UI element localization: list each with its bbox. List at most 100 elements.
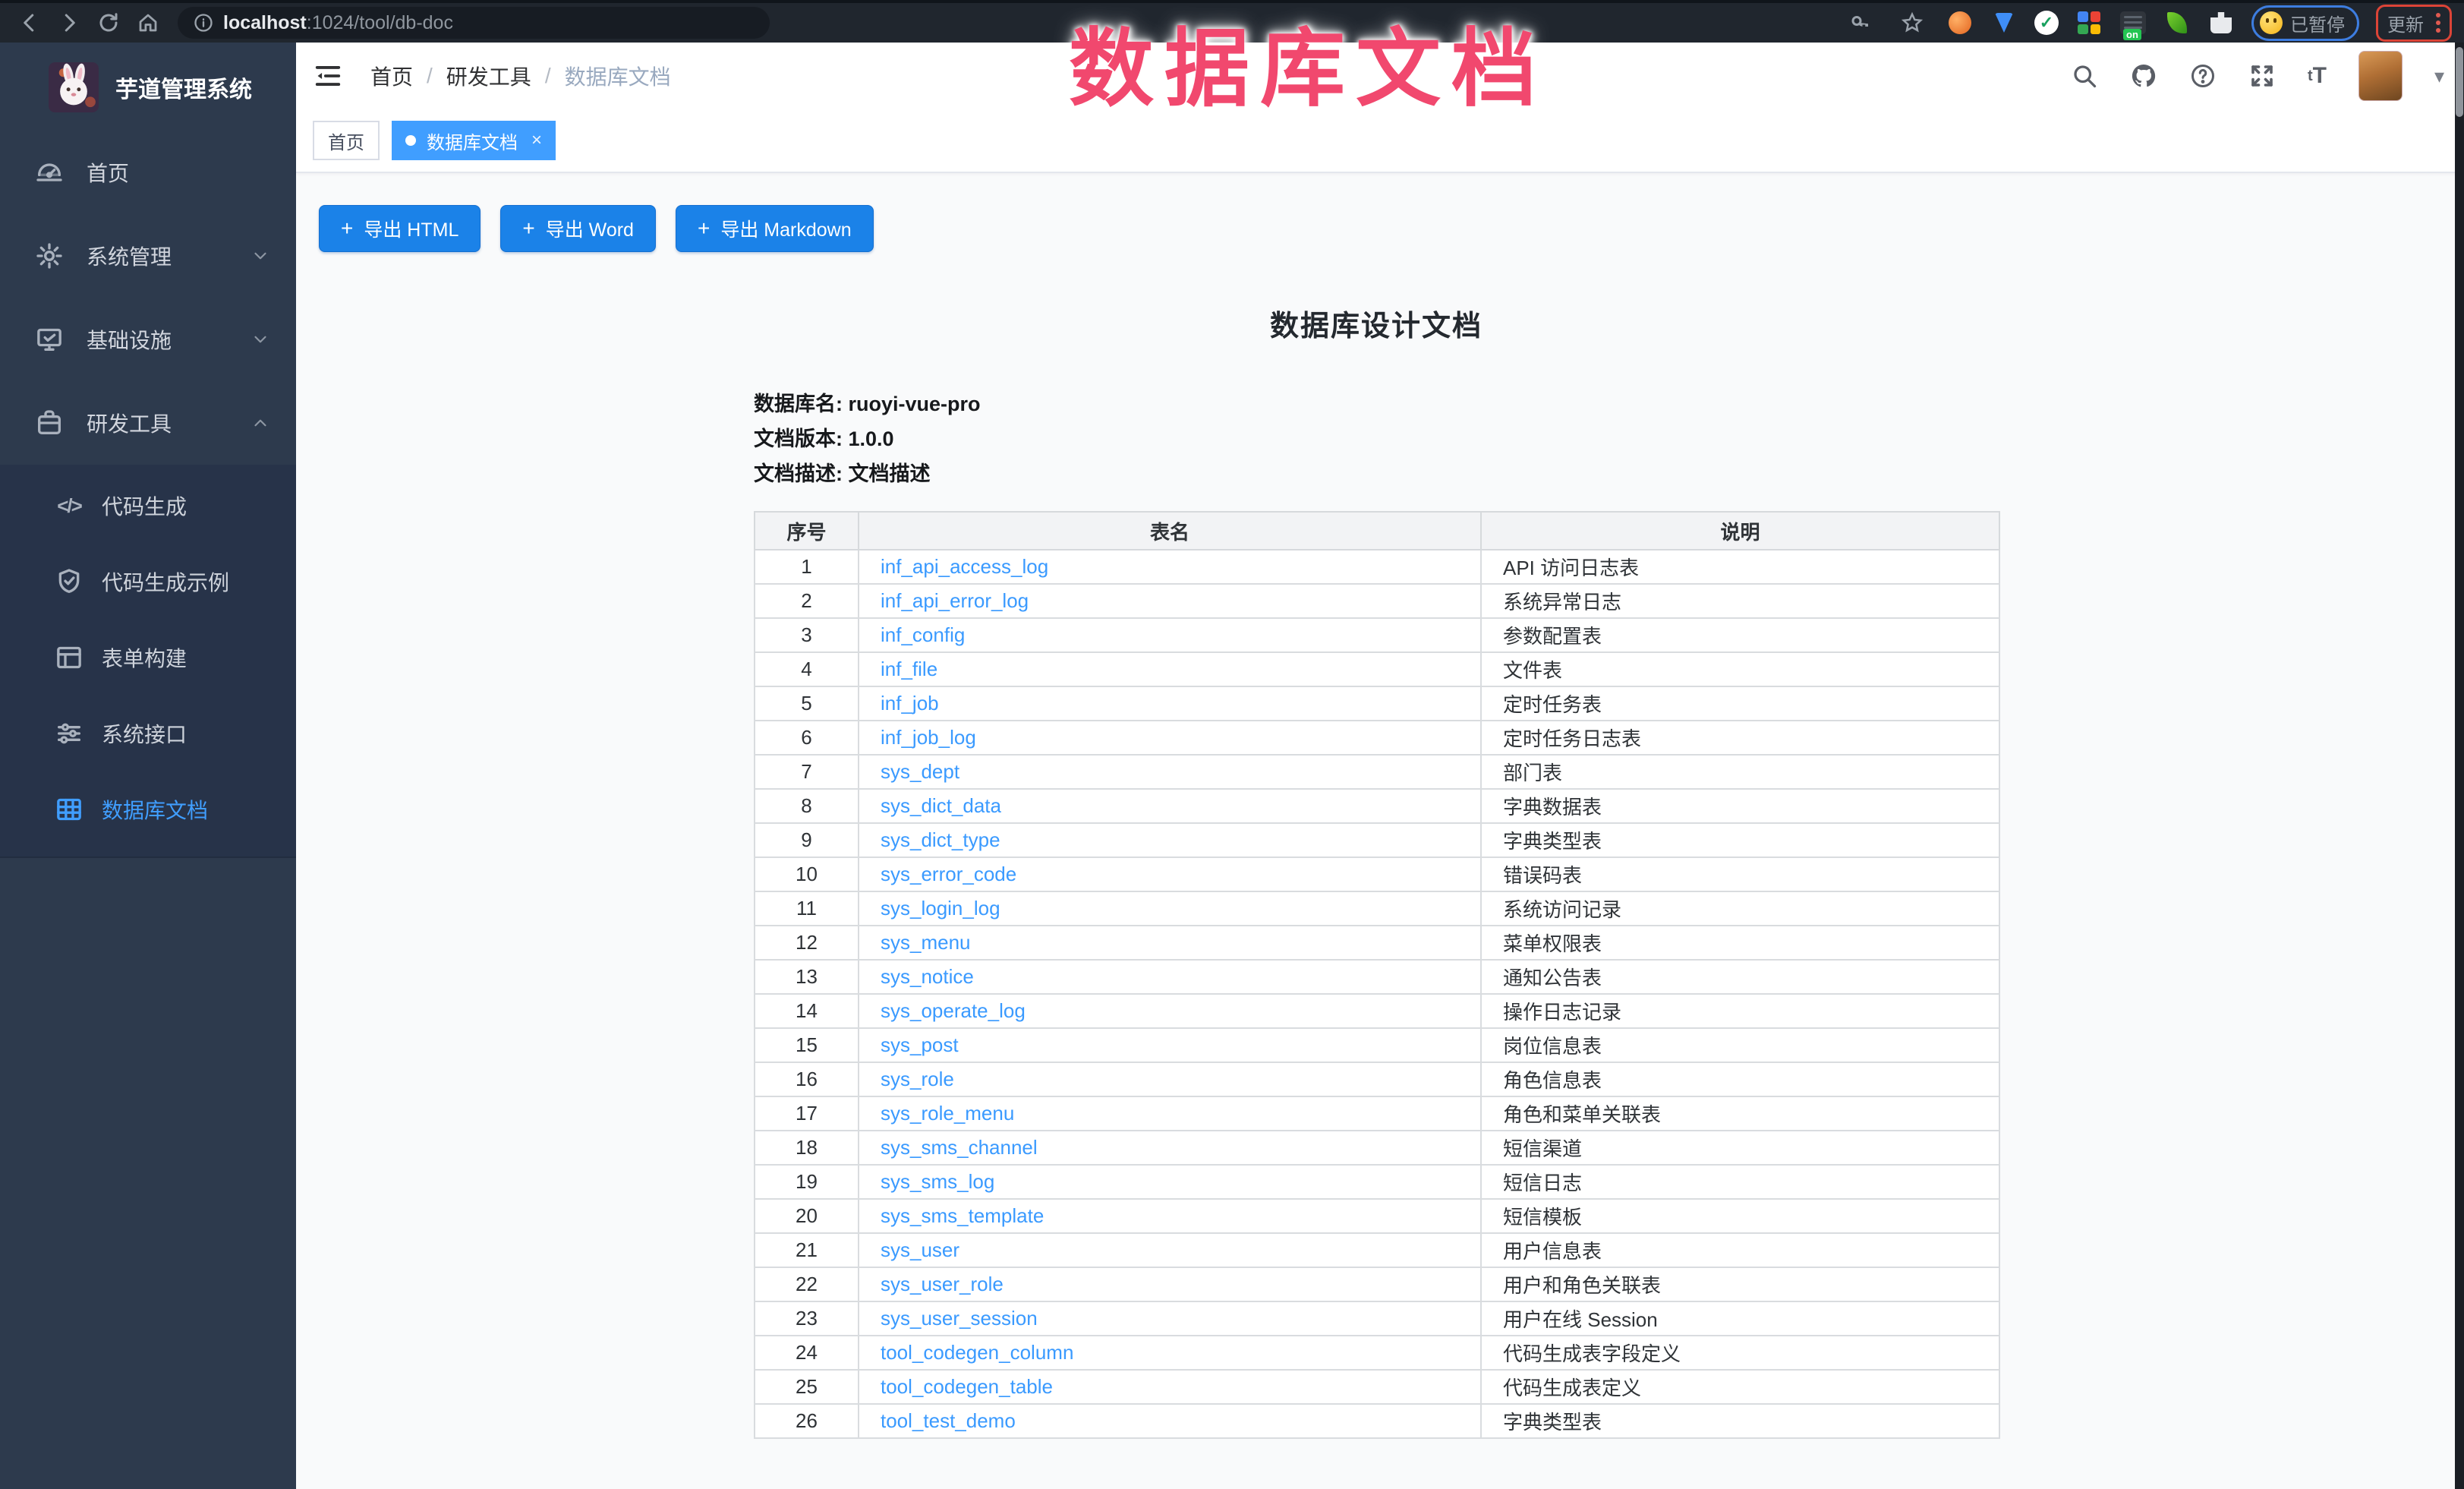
url-host: localhost — [223, 12, 307, 33]
sidebar-subitem-表单构建[interactable]: 表单构建 — [0, 620, 296, 696]
table-name-link[interactable]: inf_api_access_log — [881, 555, 1048, 578]
browser-update-button[interactable]: 更新 — [2376, 5, 2452, 42]
address-bar[interactable]: localhost:1024/tool/db-doc — [178, 7, 770, 39]
cell-table-name: sys_login_log — [859, 891, 1481, 926]
table-name-link[interactable]: sys_user_session — [881, 1307, 1038, 1330]
table-name-link[interactable]: sys_dict_data — [881, 794, 1001, 817]
sidebar-item-基础设施[interactable]: 基础设施 — [0, 298, 296, 381]
table-name-link[interactable]: tool_test_demo — [881, 1409, 1016, 1432]
profile-paused-badge[interactable]: 已暂停 — [2251, 5, 2359, 41]
cell-table-name: inf_api_access_log — [859, 550, 1481, 584]
table-name-link[interactable]: sys_role — [881, 1068, 954, 1090]
export-button-导出-HTML[interactable]: +导出 HTML — [319, 205, 481, 252]
extension-stack-on-icon[interactable]: on — [2119, 9, 2147, 36]
cell-table-name: sys_role — [859, 1062, 1481, 1096]
tag-label: 数据库文档 — [427, 128, 518, 154]
cell-table-name: sys_user_role — [859, 1267, 1481, 1301]
sidebar-subitem-代码生成[interactable]: </>代码生成 — [0, 468, 296, 544]
extension-orange-icon[interactable] — [1946, 9, 1974, 36]
table-row: 1inf_api_access_logAPI 访问日志表 — [755, 550, 1999, 584]
infra-icon — [32, 322, 67, 357]
export-button-导出-Word[interactable]: +导出 Word — [500, 205, 656, 252]
key-icon[interactable] — [1843, 6, 1878, 39]
browser-menu-icon[interactable] — [2436, 13, 2440, 33]
search-icon[interactable] — [2071, 62, 2098, 90]
user-menu-caret-icon[interactable]: ▾ — [2434, 65, 2444, 88]
tag-首页[interactable]: 首页 — [313, 121, 380, 160]
doc-meta-label: 数据库名: — [754, 393, 849, 415]
extension-leaf-icon[interactable] — [2163, 9, 2191, 36]
table-name-link[interactable]: sys_sms_log — [881, 1170, 994, 1193]
cell-table-name: sys_menu — [859, 926, 1481, 960]
browser-home-icon[interactable] — [131, 6, 165, 39]
cell-index: 22 — [755, 1267, 859, 1301]
extension-grid-icon[interactable] — [2075, 9, 2103, 36]
tag-数据库文档[interactable]: 数据库文档 × — [392, 121, 556, 160]
breadcrumb-item-首页[interactable]: 首页 — [370, 61, 413, 91]
table-name-link[interactable]: sys_role_menu — [881, 1102, 1014, 1125]
cell-index: 16 — [755, 1062, 859, 1096]
table-name-link[interactable]: sys_menu — [881, 931, 971, 954]
extension-pin-icon[interactable] — [1990, 9, 2018, 36]
page-info-icon[interactable] — [193, 12, 214, 33]
db-doc: 数据库设计文档 数据库名: ruoyi-vue-pro文档版本: 1.0.0文档… — [754, 302, 1999, 1439]
table-name-link[interactable]: inf_job_log — [881, 726, 976, 749]
cell-description: 角色和菜单关联表 — [1481, 1096, 1999, 1131]
sidebar-item-系统管理[interactable]: 系统管理 — [0, 214, 296, 298]
scrollbar-thumb[interactable] — [2456, 47, 2463, 117]
sidebar-subitem-数据库文档[interactable]: 数据库文档 — [0, 771, 296, 847]
table-name-link[interactable]: inf_job — [881, 692, 939, 715]
table-name-link[interactable]: sys_post — [881, 1033, 959, 1056]
table-name-link[interactable]: sys_sms_channel — [881, 1136, 1038, 1159]
table-row: 7sys_dept部门表 — [755, 755, 1999, 789]
sidebar-collapse-icon[interactable] — [311, 59, 345, 93]
table-name-link[interactable]: sys_dept — [881, 760, 959, 783]
table-name-link[interactable]: sys_notice — [881, 965, 974, 988]
help-icon[interactable] — [2189, 62, 2217, 90]
browser-forward-icon[interactable] — [52, 6, 87, 39]
cell-index: 3 — [755, 618, 859, 652]
table-name-link[interactable]: sys_operate_log — [881, 999, 1026, 1022]
export-button-导出-Markdown[interactable]: +导出 Markdown — [676, 205, 874, 252]
table-name-link[interactable]: tool_codegen_column — [881, 1341, 1073, 1364]
table-name-link[interactable]: sys_error_code — [881, 863, 1016, 885]
github-icon[interactable] — [2130, 62, 2157, 90]
cell-table-name: sys_user_session — [859, 1301, 1481, 1336]
browser-back-icon[interactable] — [12, 6, 47, 39]
app-title: 芋道管理系统 — [115, 71, 252, 104]
cell-table-name: inf_job_log — [859, 721, 1481, 755]
table-row: 14sys_operate_log操作日志记录 — [755, 994, 1999, 1028]
breadcrumb-item-研发工具[interactable]: 研发工具 — [446, 61, 531, 91]
sidebar-subitem-代码生成示例[interactable]: 代码生成示例 — [0, 544, 296, 620]
sidebar-item-首页[interactable]: 首页 — [0, 131, 296, 214]
sidebar-subitem-系统接口[interactable]: 系统接口 — [0, 696, 296, 771]
table-name-link[interactable]: sys_login_log — [881, 897, 1000, 920]
table-name-link[interactable]: inf_file — [881, 658, 937, 680]
table-name-link[interactable]: sys_dict_type — [881, 828, 1000, 851]
cell-description: 通知公告表 — [1481, 960, 1999, 994]
update-label: 更新 — [2387, 10, 2424, 36]
bookmark-star-icon[interactable] — [1895, 6, 1930, 39]
font-size-icon[interactable]: tT — [2308, 63, 2327, 89]
table-row: 26tool_test_demo字典类型表 — [755, 1404, 1999, 1438]
user-avatar[interactable] — [2358, 51, 2403, 101]
page-scrollbar[interactable] — [2455, 43, 2464, 1489]
table-name-link[interactable]: inf_config — [881, 623, 965, 646]
table-row: 24tool_codegen_column代码生成表字段定义 — [755, 1336, 1999, 1370]
table-name-link[interactable]: tool_codegen_table — [881, 1375, 1053, 1398]
sidebar-item-研发工具[interactable]: 研发工具 — [0, 381, 296, 465]
cell-index: 8 — [755, 789, 859, 823]
table-name-link[interactable]: inf_api_error_log — [881, 589, 1029, 612]
cell-index: 23 — [755, 1301, 859, 1336]
tag-close-icon[interactable]: × — [531, 130, 542, 151]
table-row: 22sys_user_role用户和角色关联表 — [755, 1267, 1999, 1301]
table-name-link[interactable]: sys_user_role — [881, 1273, 1004, 1295]
browser-reload-icon[interactable] — [91, 6, 126, 39]
table-name-link[interactable]: sys_sms_template — [881, 1204, 1044, 1227]
doc-meta-line: 数据库名: ruoyi-vue-pro — [754, 386, 1999, 421]
table-name-link[interactable]: sys_user — [881, 1238, 959, 1261]
extension-check-icon[interactable]: ✓ — [2034, 11, 2059, 35]
table-row: 3inf_config参数配置表 — [755, 618, 1999, 652]
fullscreen-icon[interactable] — [2248, 62, 2276, 90]
extensions-puzzle-icon[interactable] — [2207, 9, 2235, 36]
